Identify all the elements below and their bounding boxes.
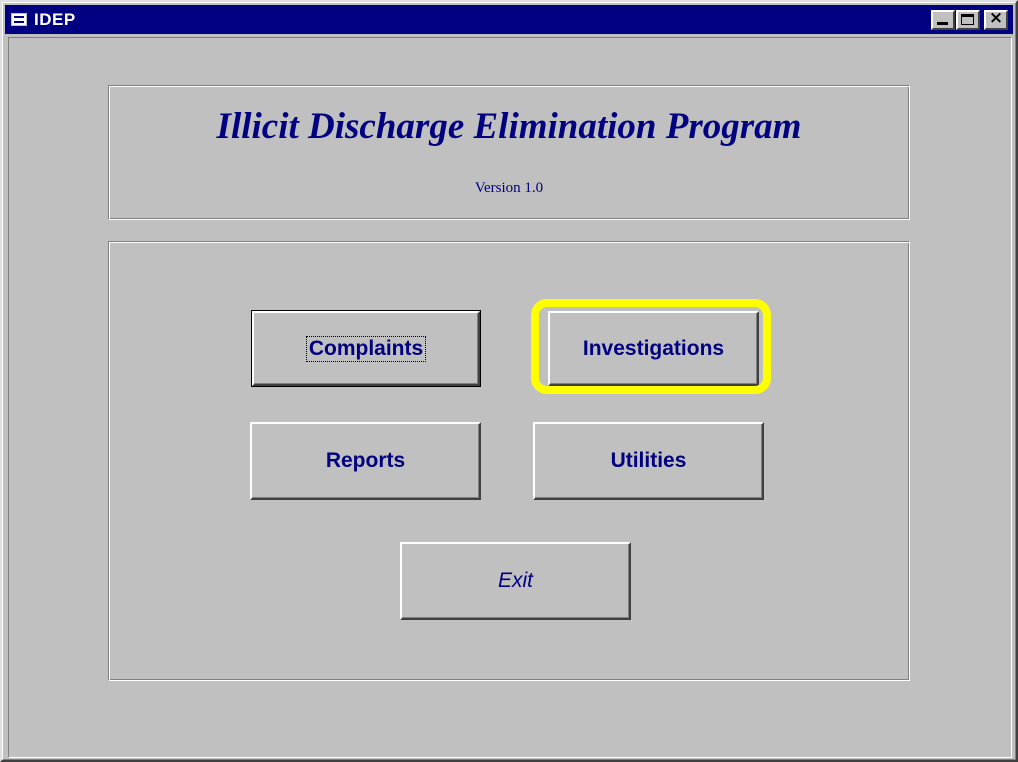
utilities-label: Utilities	[610, 449, 687, 472]
investigations-button[interactable]: Investigations	[548, 311, 759, 386]
window-title: IDEP	[34, 10, 76, 29]
maximize-icon	[961, 14, 974, 25]
minimize-icon	[937, 22, 948, 25]
exit-button[interactable]: Exit	[400, 542, 631, 620]
maximize-button[interactable]	[956, 10, 980, 30]
exit-label: Exit	[497, 569, 533, 592]
minimize-button[interactable]	[931, 10, 955, 30]
program-title: Illicit Discharge Elimination Program	[216, 106, 802, 147]
utilities-button[interactable]: Utilities	[533, 422, 764, 500]
version-label: Version 1.0	[474, 180, 544, 196]
complaints-button[interactable]: Complaints	[251, 310, 481, 387]
reports-label: Reports	[325, 449, 406, 472]
title-bar[interactable]: IDEP ×	[5, 5, 1013, 34]
close-button[interactable]: ×	[984, 10, 1008, 30]
reports-button[interactable]: Reports	[250, 422, 481, 500]
app-window: IDEP × Illicit Discharge Elimination Pro…	[0, 0, 1018, 762]
form-icon[interactable]	[11, 13, 27, 26]
complaints-label: Complaints	[305, 335, 427, 362]
investigations-label: Investigations	[582, 336, 725, 360]
close-icon: ×	[988, 8, 1004, 28]
